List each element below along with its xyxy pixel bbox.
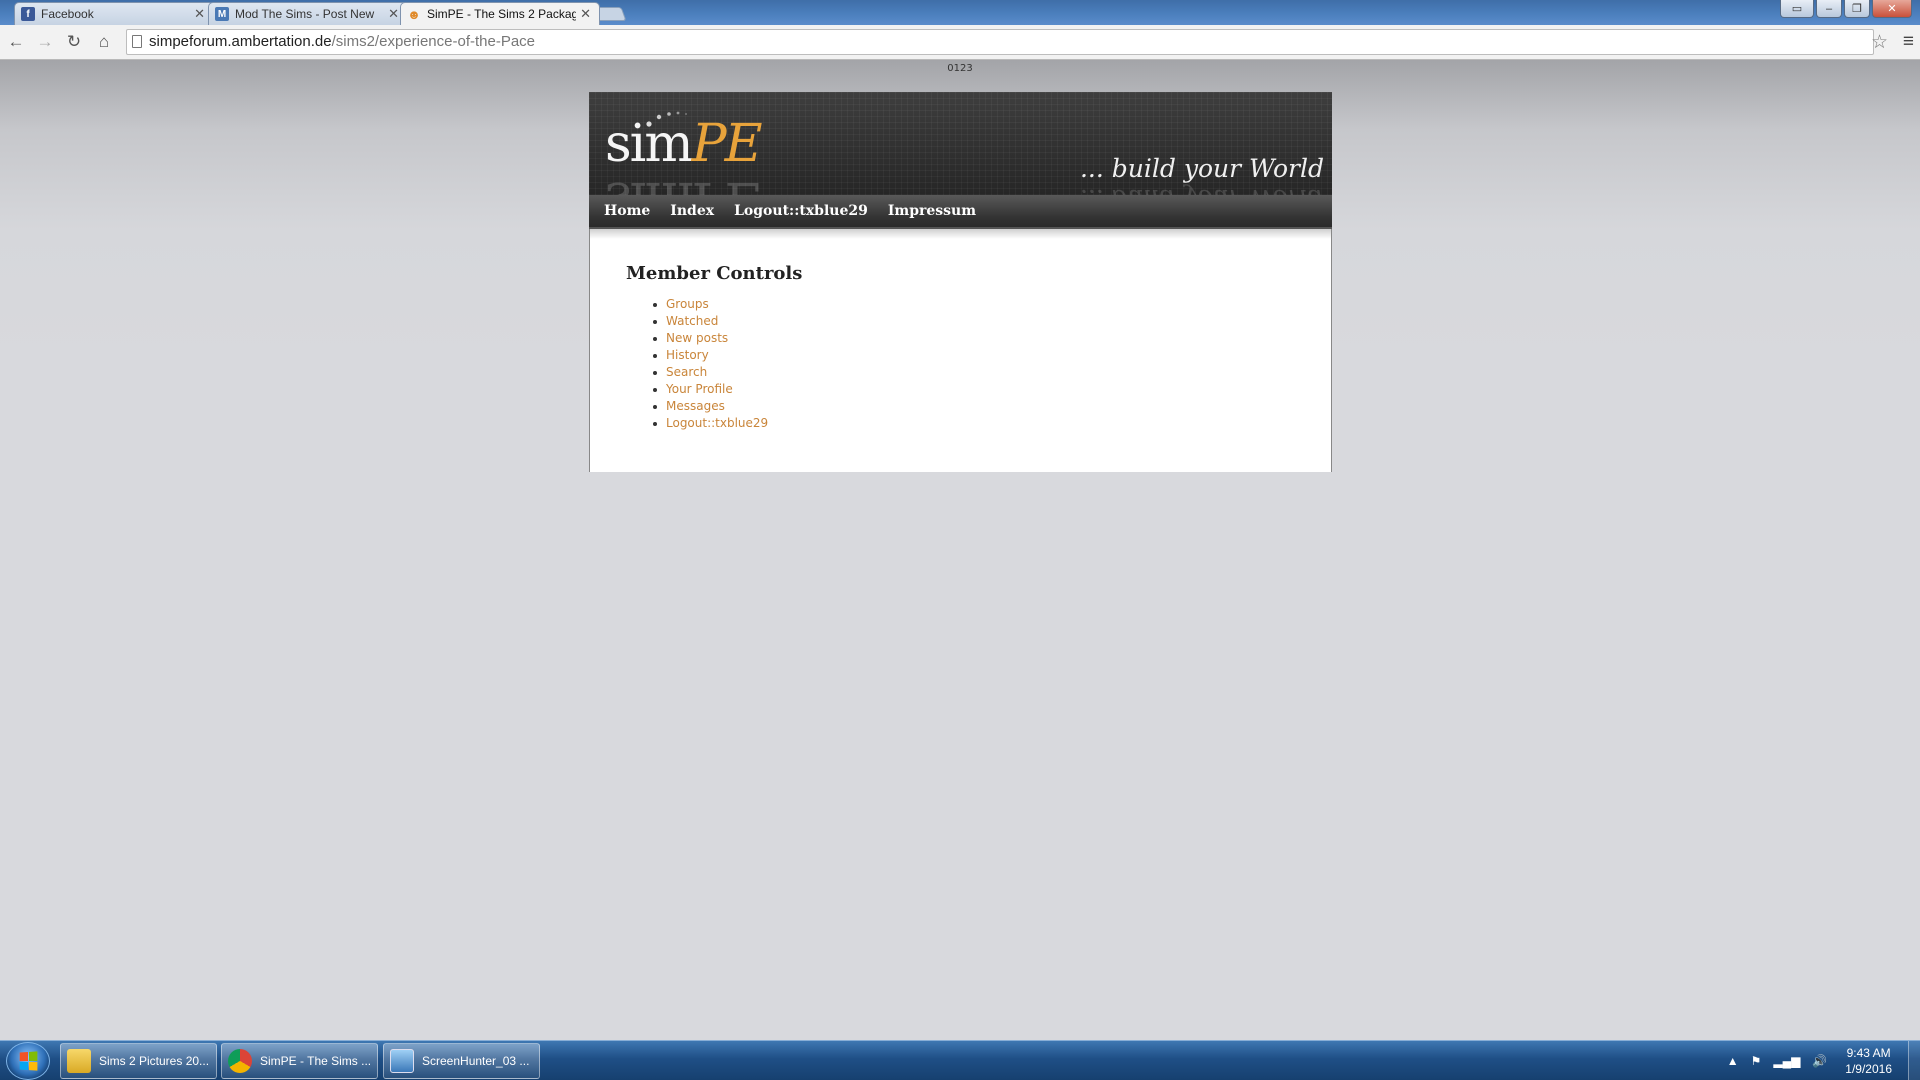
link-new-posts[interactable]: New posts [666, 331, 728, 345]
windows-logo-icon [19, 1051, 38, 1071]
nav-home[interactable]: Home [604, 203, 650, 219]
close-icon[interactable]: ✕ [580, 6, 591, 22]
logo-pe: PE [691, 114, 763, 174]
show-hidden-icons-icon[interactable]: ▲ [1727, 1054, 1739, 1068]
facebook-icon: f [21, 7, 35, 21]
back-icon[interactable]: ← [6, 32, 26, 52]
main-content: Member Controls Groups Watched New posts… [589, 229, 1332, 472]
link-groups[interactable]: Groups [666, 297, 709, 311]
site-nav: Home Index Logout::txblue29 Impressum [589, 195, 1332, 229]
site-container: simPE simPE ... build your World ... bui… [589, 92, 1332, 472]
window-close-icon[interactable]: ✕ [1872, 0, 1912, 18]
link-watched[interactable]: Watched [666, 314, 718, 328]
nav-impressum[interactable]: Impressum [888, 203, 976, 219]
url-path: /sims2/experience-of-the-Pace [331, 33, 536, 50]
slogan-reflection: ... build your World [1080, 184, 1324, 195]
taskbar-item-folder[interactable]: Sims 2 Pictures 20... [60, 1043, 217, 1079]
taskbar-item-label: Sims 2 Pictures 20... [99, 1054, 210, 1068]
system-tray: ▲ ⚑ ▂▄▆ 🔊 9:43 AM 1/9/2016 [1727, 1041, 1892, 1080]
visit-counter: 0123 [947, 63, 973, 74]
image-viewer-icon [390, 1049, 414, 1073]
minimize-icon[interactable]: – [1816, 0, 1842, 18]
list-item: Search [653, 364, 1295, 381]
folder-icon [67, 1049, 91, 1073]
taskbar-item-label: ScreenHunter_03 ... [422, 1054, 530, 1068]
link-search[interactable]: Search [666, 365, 707, 379]
list-item: Your Profile [653, 381, 1295, 398]
tab-title: Mod The Sims - Post New [235, 7, 375, 21]
logo-reflection: simPE [605, 170, 761, 195]
tab-mod-the-sims[interactable]: M Mod The Sims - Post New ✕ [208, 2, 408, 25]
user-icon[interactable]: ▭ [1780, 0, 1814, 18]
tab-facebook[interactable]: f Facebook ✕ [14, 2, 214, 25]
simpe-icon: ☻ [407, 6, 421, 22]
clock[interactable]: 9:43 AM 1/9/2016 [1845, 1045, 1892, 1077]
clock-date: 1/9/2016 [1845, 1062, 1892, 1076]
tab-simpe[interactable]: ☻ SimPE - The Sims 2 Packag ✕ [400, 2, 600, 25]
menu-icon[interactable]: ≡ [1903, 31, 1914, 53]
list-item: Groups [653, 296, 1295, 313]
tab-title: SimPE - The Sims 2 Packag [427, 7, 577, 21]
link-history[interactable]: History [666, 348, 709, 362]
address-bar[interactable]: simpeforum.ambertation.de/sims2/experien… [126, 29, 1874, 55]
taskbar-item-screenhunter[interactable]: ScreenHunter_03 ... [383, 1043, 540, 1079]
list-item: New posts [653, 330, 1295, 347]
browser-toolbar: ← → ↻ ⌂ simpeforum.ambertation.de/sims2/… [0, 25, 1920, 60]
logo-reflection-pe: PE [692, 170, 761, 195]
logo-sim: sim [605, 114, 694, 174]
network-signal-icon[interactable]: ▂▄▆ [1773, 1054, 1800, 1068]
site-slogan: ... build your World [1079, 154, 1324, 183]
start-button[interactable] [6, 1042, 50, 1080]
volume-icon[interactable]: 🔊 [1812, 1054, 1827, 1068]
link-messages[interactable]: Messages [666, 399, 725, 413]
browser-tabstrip: f Facebook ✕ M Mod The Sims - Post New ✕… [0, 0, 1920, 25]
close-icon[interactable]: ✕ [194, 6, 205, 22]
chrome-icon [228, 1049, 252, 1073]
page-title: Member Controls [626, 263, 803, 284]
link-logout[interactable]: Logout::txblue29 [666, 416, 768, 430]
list-item: Watched [653, 313, 1295, 330]
nav-index[interactable]: Index [670, 203, 714, 219]
mod-the-sims-icon: M [215, 7, 229, 21]
tab-title: Facebook [41, 7, 94, 21]
close-icon[interactable]: ✕ [388, 6, 399, 22]
forward-icon[interactable]: → [35, 32, 55, 52]
taskbar: Sims 2 Pictures 20... SimPE - The Sims .… [0, 1040, 1920, 1080]
taskbar-item-label: SimPE - The Sims ... [260, 1054, 372, 1068]
show-desktop-button[interactable] [1908, 1041, 1920, 1080]
url-host: simpeforum.ambertation.de [149, 33, 332, 50]
home-icon[interactable]: ⌂ [94, 32, 114, 52]
restore-icon[interactable]: ❐ [1844, 0, 1870, 18]
taskbar-item-chrome[interactable]: SimPE - The Sims ... [221, 1043, 378, 1079]
nav-logout[interactable]: Logout::txblue29 [734, 203, 868, 219]
page-viewport: 0123 simPE simPE ... build your World ..… [0, 60, 1920, 1040]
list-item: Logout::txblue29 [653, 415, 1295, 432]
logo-reflection-sim: sim [605, 170, 692, 195]
reload-icon[interactable]: ↻ [64, 32, 84, 52]
page-icon [132, 35, 142, 48]
window-controls: ▭ – ❐ ✕ [1780, 0, 1912, 18]
action-center-flag-icon[interactable]: ⚑ [1751, 1054, 1762, 1068]
member-controls-list: Groups Watched New posts History Search … [626, 296, 1295, 432]
link-your-profile[interactable]: Your Profile [666, 382, 733, 396]
list-item: Messages [653, 398, 1295, 415]
site-banner: simPE simPE ... build your World ... bui… [589, 92, 1332, 195]
bookmark-star-icon[interactable]: ☆ [1871, 31, 1888, 54]
site-logo[interactable]: simPE [605, 114, 763, 174]
clock-time: 9:43 AM [1846, 1046, 1891, 1060]
list-item: History [653, 347, 1295, 364]
